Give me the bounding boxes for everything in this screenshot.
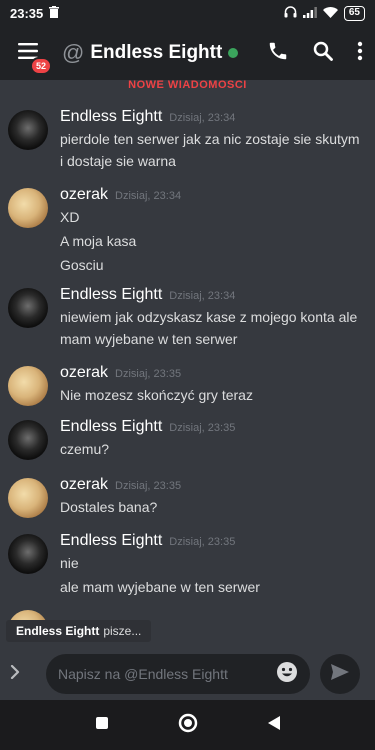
message[interactable]: ozerak Dzisiaj, 23:35 Dostales bana? — [0, 476, 375, 518]
message-timestamp: Dzisiaj, 23:35 — [115, 368, 182, 380]
at-icon: @ — [62, 40, 85, 65]
notification-badge: 52 — [29, 57, 52, 75]
message-text: Dostales bana? — [60, 499, 158, 515]
trash-icon — [49, 5, 60, 21]
send-button[interactable] — [320, 654, 360, 694]
avatar[interactable] — [8, 534, 48, 574]
message-text: niewiem jak odzyskasz kase z mojego kont… — [60, 309, 358, 347]
message-author[interactable]: Endless Eightt — [60, 532, 162, 550]
message-text: A moja kasa — [60, 233, 137, 249]
typing-indicator: Endless Eightt pisze... — [6, 620, 152, 642]
message-author[interactable]: ozerak — [60, 186, 108, 204]
message[interactable]: ozerak Dzisiaj, 23:35 Nie mozesz skończy… — [0, 364, 375, 406]
chevron-right-icon[interactable] — [10, 664, 34, 684]
new-messages-label: NOWE WIADOMOŚCI — [128, 80, 247, 90]
phone-icon[interactable] — [267, 40, 289, 67]
message-author[interactable]: Endless Eightt — [60, 418, 162, 436]
message-author[interactable]: Endless Eightt — [60, 108, 162, 126]
headphones-icon — [284, 5, 297, 21]
back-nav-icon[interactable] — [267, 715, 281, 736]
message-text: czemu? — [60, 441, 110, 457]
avatar[interactable] — [8, 478, 48, 518]
message-text: XD — [60, 209, 80, 225]
chat-header: 52 @ Endless Eightt — [0, 26, 375, 80]
message-input[interactable] — [58, 666, 276, 682]
status-bar: 23:35 65 — [0, 0, 375, 26]
message-text: pierdole ten serwer jak za nic zostaje s… — [60, 131, 360, 169]
avatar[interactable] — [8, 110, 48, 150]
avatar[interactable] — [8, 610, 48, 620]
message-author[interactable]: ozerak — [60, 364, 108, 382]
message-author[interactable]: ozerak — [60, 476, 108, 494]
typing-user: Endless Eightt — [16, 624, 100, 638]
emoji-icon[interactable] — [276, 661, 298, 688]
square-nav-icon[interactable] — [95, 716, 109, 735]
message-input-wrapper[interactable] — [46, 654, 310, 694]
message[interactable]: Endless Eightt Dzisiaj, 23:34 pierdole t… — [0, 108, 375, 172]
message-text: Gosciu — [60, 257, 104, 273]
message[interactable]: ozerak Dzisiaj, 23:34 XD A moja kasa Gos… — [0, 186, 375, 276]
online-status-dot — [228, 48, 239, 58]
message-author[interactable]: Endless Eightt — [60, 286, 162, 304]
message-timestamp: Dzisiaj, 23:35 — [169, 422, 236, 434]
avatar[interactable] — [8, 188, 48, 228]
message-timestamp: Dzisiaj, 23:34 — [169, 290, 236, 302]
avatar[interactable] — [8, 288, 48, 328]
message-text: ale mam wyjebane w ten serwer — [60, 579, 260, 595]
send-icon — [331, 663, 349, 685]
channel-title[interactable]: Endless Eightt — [90, 42, 222, 64]
message[interactable]: Endless Eightt Dzisiaj, 23:35 nie ale ma… — [0, 532, 375, 598]
message[interactable]: Endless Eightt Dzisiaj, 23:35 czemu? — [0, 418, 375, 460]
circle-nav-icon[interactable] — [178, 713, 198, 738]
message-list: Endless Eightt Dzisiaj, 23:34 pierdole t… — [0, 100, 375, 620]
avatar[interactable] — [8, 420, 48, 460]
more-vertical-icon[interactable] — [357, 41, 363, 66]
menu-button[interactable]: 52 — [12, 37, 52, 75]
avatar[interactable] — [8, 366, 48, 406]
message[interactable]: Endless Eightt Dzisiaj, 23:34 niewiem ja… — [0, 286, 375, 350]
system-nav-bar — [0, 700, 375, 750]
status-time: 23:35 — [10, 5, 44, 21]
typing-label: pisze... — [103, 624, 142, 638]
battery-icon: 65 — [343, 5, 365, 21]
message-timestamp: Dzisiaj, 23:35 — [115, 480, 182, 492]
message-timestamp: Dzisiaj, 23:35 — [169, 536, 236, 548]
signal-icon — [302, 6, 317, 21]
message-text: nie — [60, 555, 79, 571]
message-timestamp: Dzisiaj, 23:34 — [115, 190, 182, 202]
new-messages-banner[interactable]: NOWE WIADOMOŚCI — [0, 80, 375, 90]
search-icon[interactable] — [313, 41, 333, 66]
message-composer — [0, 648, 375, 700]
message-text: Nie mozesz skończyć gry teraz — [60, 387, 253, 403]
message-timestamp: Dzisiaj, 23:34 — [169, 112, 236, 124]
wifi-icon — [322, 6, 338, 21]
